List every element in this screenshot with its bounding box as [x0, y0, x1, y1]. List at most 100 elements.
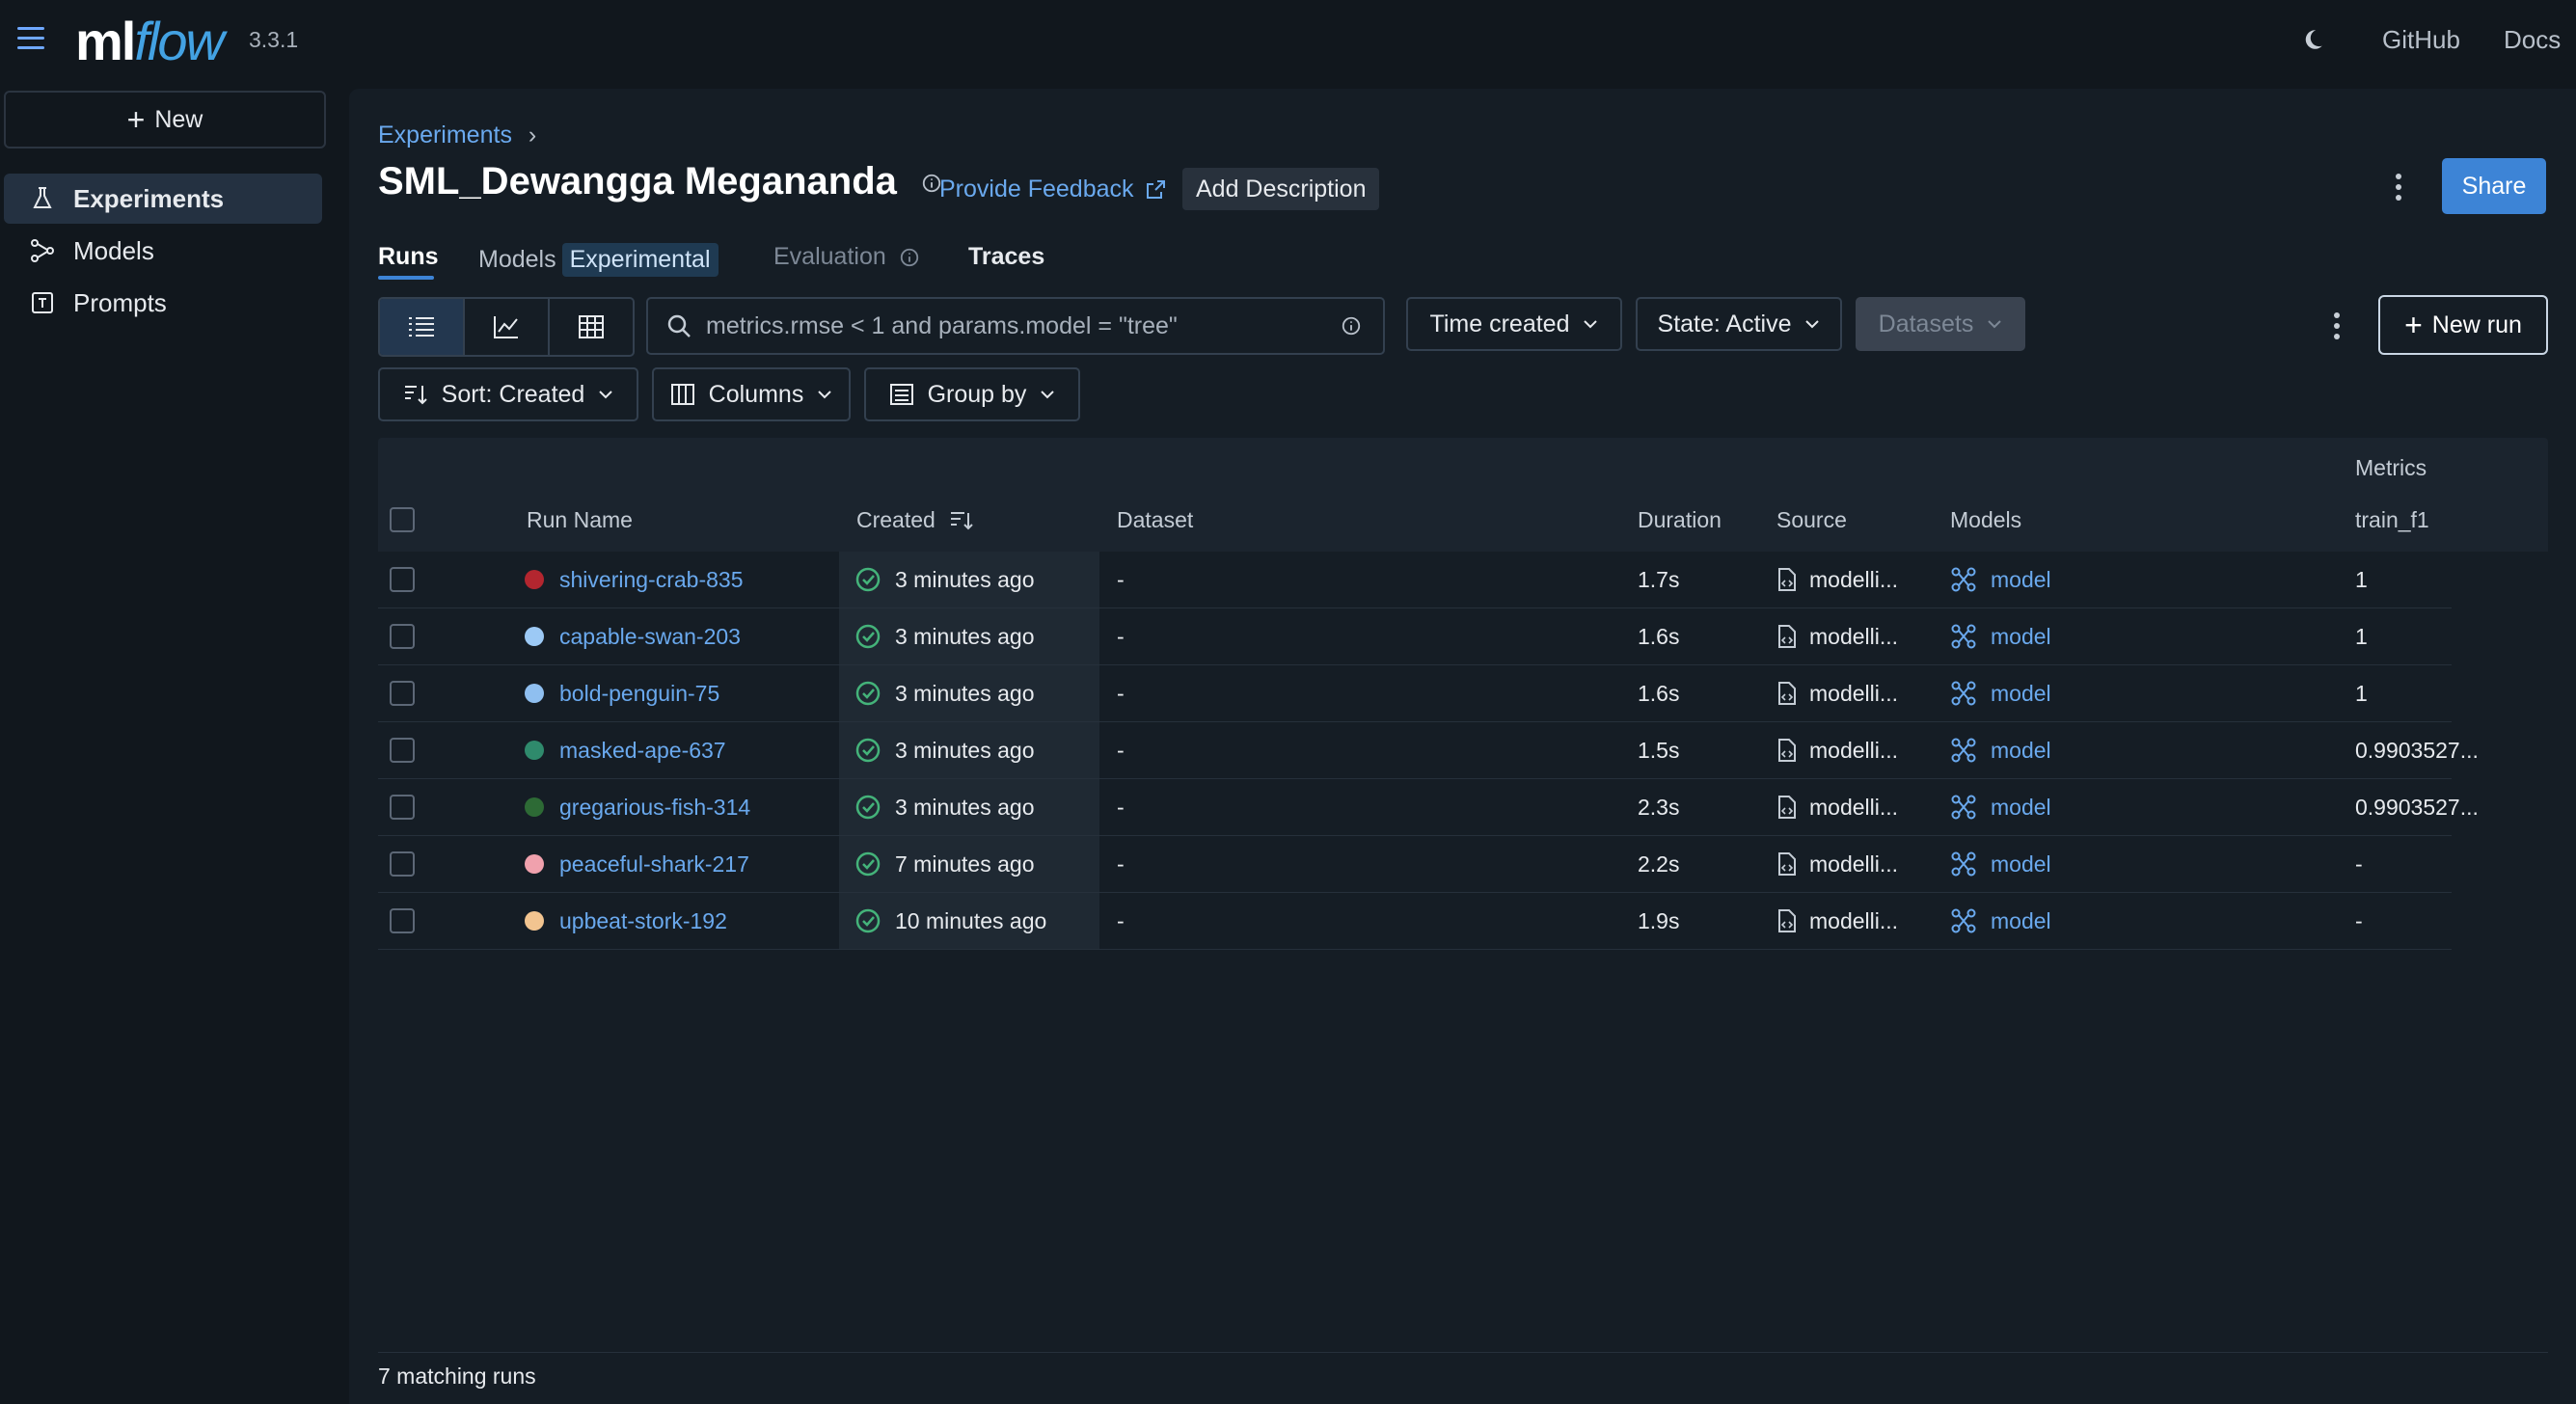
- run-color-dot: [525, 797, 544, 817]
- run-name-cell: shivering-crab-835: [525, 552, 743, 608]
- created-cell: 3 minutes ago: [839, 665, 1099, 721]
- more-options-icon[interactable]: [2396, 174, 2403, 202]
- source-cell[interactable]: modelli...: [1776, 722, 1898, 778]
- header-train-f1[interactable]: train_f1: [2355, 507, 2429, 533]
- table-row[interactable]: gregarious-fish-314 3 minutes ago - 2.3s…: [378, 779, 2479, 836]
- info-icon[interactable]: [1341, 315, 1362, 337]
- info-icon: [900, 249, 918, 267]
- duration-cell: 2.2s: [1638, 850, 1680, 877]
- menu-icon[interactable]: [17, 27, 44, 52]
- provide-feedback-link[interactable]: Provide Feedback: [939, 176, 1167, 203]
- sidebar-item-models[interactable]: Models: [4, 226, 322, 276]
- header-models[interactable]: Models: [1950, 507, 2021, 533]
- footer-divider: [378, 1352, 2548, 1353]
- plus-icon: +: [126, 102, 146, 137]
- breadcrumb[interactable]: Experiments ›: [378, 122, 536, 149]
- models-cell[interactable]: model: [1950, 722, 2051, 778]
- header-source[interactable]: Source: [1776, 507, 1847, 533]
- header-created[interactable]: Created: [856, 507, 974, 533]
- models-cell[interactable]: model: [1950, 779, 2051, 835]
- chart-view-icon[interactable]: [465, 299, 550, 355]
- sort-dropdown[interactable]: Sort: Created: [378, 367, 638, 421]
- models-cell[interactable]: model: [1950, 893, 2051, 949]
- run-name-link[interactable]: gregarious-fish-314: [559, 795, 750, 821]
- state-dropdown[interactable]: State: Active: [1636, 297, 1842, 351]
- mlflow-logo[interactable]: mlflow: [75, 10, 225, 72]
- source-cell[interactable]: modelli...: [1776, 608, 1898, 664]
- run-name-link[interactable]: masked-ape-637: [559, 738, 726, 764]
- row-checkbox[interactable]: [390, 624, 415, 649]
- top-bar: mlflow 3.3.1 GitHub Docs: [0, 0, 2576, 83]
- run-name-link[interactable]: upbeat-stork-192: [559, 908, 727, 934]
- models-cell[interactable]: model: [1950, 665, 2051, 721]
- source-cell[interactable]: modelli...: [1776, 893, 1898, 949]
- sidebar-item-experiments[interactable]: Experiments: [4, 174, 322, 224]
- run-name-cell: capable-swan-203: [525, 608, 741, 664]
- run-name-link[interactable]: shivering-crab-835: [559, 567, 743, 593]
- tab-models[interactable]: Models Experimental: [478, 243, 719, 277]
- table-row[interactable]: upbeat-stork-192 10 minutes ago - 1.9s m…: [378, 893, 2452, 950]
- table-row[interactable]: capable-swan-203 3 minutes ago - 1.6s mo…: [378, 608, 2452, 665]
- success-icon: [855, 738, 881, 763]
- select-all-checkbox[interactable]: [390, 507, 415, 532]
- docs-link[interactable]: Docs: [2504, 25, 2561, 55]
- header-duration[interactable]: Duration: [1638, 507, 1722, 533]
- add-description-button[interactable]: Add Description: [1182, 168, 1380, 210]
- table-row[interactable]: masked-ape-637 3 minutes ago - 1.5s mode…: [378, 722, 2479, 779]
- page-title: SML_Dewangga Megananda: [378, 160, 942, 203]
- table-row[interactable]: peaceful-shark-217 7 minutes ago - 2.2s …: [378, 836, 2452, 893]
- models-cell[interactable]: model: [1950, 836, 2051, 892]
- share-button[interactable]: Share: [2442, 158, 2546, 214]
- sidebar-item-prompts[interactable]: Prompts: [4, 278, 322, 328]
- chevron-down-icon: [1805, 320, 1820, 329]
- group-icon: [889, 384, 913, 405]
- header-run-name[interactable]: Run Name: [527, 507, 633, 533]
- source-cell[interactable]: modelli...: [1776, 836, 1898, 892]
- source-cell[interactable]: modelli...: [1776, 552, 1898, 608]
- search-icon: [667, 314, 691, 338]
- experimental-badge: Experimental: [561, 243, 719, 277]
- table-row[interactable]: bold-penguin-75 3 minutes ago - 1.6s mod…: [378, 665, 2452, 722]
- row-checkbox[interactable]: [390, 567, 415, 592]
- tab-traces[interactable]: Traces: [968, 243, 1044, 271]
- tab-runs[interactable]: Runs: [378, 243, 439, 271]
- datasets-dropdown[interactable]: Datasets: [1856, 297, 2025, 351]
- group-by-dropdown[interactable]: Group by: [864, 367, 1080, 421]
- moon-icon[interactable]: [2300, 27, 2325, 52]
- models-cell[interactable]: model: [1950, 608, 2051, 664]
- chevron-down-icon: [599, 391, 613, 399]
- github-link[interactable]: GitHub: [2382, 25, 2460, 55]
- row-checkbox[interactable]: [390, 681, 415, 706]
- new-run-button[interactable]: + New run: [2378, 295, 2548, 355]
- external-link-icon: [1146, 179, 1165, 199]
- list-view-icon[interactable]: [380, 299, 465, 355]
- tab-evaluation[interactable]: Evaluation: [773, 243, 920, 271]
- row-checkbox[interactable]: [390, 795, 415, 820]
- row-checkbox[interactable]: [390, 851, 415, 877]
- duration-cell: 1.6s: [1638, 623, 1680, 649]
- dataset-cell: -: [1117, 907, 1125, 933]
- success-icon: [855, 908, 881, 933]
- table-options-icon[interactable]: [2334, 312, 2342, 341]
- run-name-link[interactable]: bold-penguin-75: [559, 681, 719, 707]
- run-color-dot: [525, 741, 544, 760]
- run-name-link[interactable]: capable-swan-203: [559, 624, 741, 650]
- search-input[interactable]: metrics.rmse < 1 and params.model = "tre…: [646, 297, 1385, 355]
- table-row[interactable]: shivering-crab-835 3 minutes ago - 1.7s …: [378, 552, 2452, 608]
- row-checkbox[interactable]: [390, 738, 415, 763]
- train-f1-cell: -: [2355, 907, 2363, 933]
- source-cell[interactable]: modelli...: [1776, 779, 1898, 835]
- source-cell[interactable]: modelli...: [1776, 665, 1898, 721]
- new-button[interactable]: + New: [4, 91, 326, 148]
- run-name-link[interactable]: peaceful-shark-217: [559, 851, 749, 878]
- row-checkbox[interactable]: [390, 908, 415, 933]
- table-header: Metrics Run Name Created Dataset Duratio…: [378, 438, 2548, 552]
- header-dataset[interactable]: Dataset: [1117, 507, 1193, 533]
- main-panel: Experiments › SML_Dewangga Megananda Pro…: [349, 89, 2576, 1404]
- time-created-dropdown[interactable]: Time created: [1406, 297, 1622, 351]
- file-code-icon: [1778, 682, 1796, 705]
- duration-cell: 1.5s: [1638, 737, 1680, 763]
- table-view-icon[interactable]: [550, 299, 633, 355]
- models-cell[interactable]: model: [1950, 552, 2051, 608]
- columns-dropdown[interactable]: Columns: [652, 367, 851, 421]
